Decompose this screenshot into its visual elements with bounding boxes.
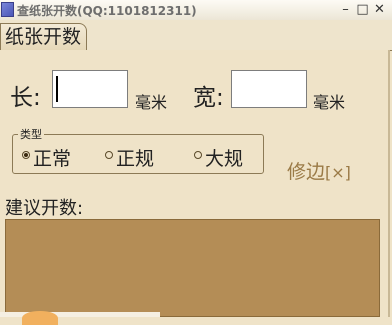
suggested-count-label: 建议开数: <box>5 198 84 219</box>
width-label: 宽: <box>193 85 224 111</box>
type-group-title: 类型 <box>18 126 44 142</box>
window-title: 查纸张开数(QQ:1101812311) <box>17 4 197 18</box>
width-input[interactable] <box>231 70 307 108</box>
taskbar-orb-icon <box>22 311 58 325</box>
text-caret <box>56 76 58 102</box>
radio-large-label: 大规 <box>205 148 244 170</box>
trim-edge-label: 修边 <box>287 161 326 183</box>
length-label: 长: <box>10 85 41 111</box>
radio-standard-indicator[interactable] <box>105 151 113 159</box>
length-unit: 毫米 <box>135 93 168 112</box>
app-icon <box>1 2 14 17</box>
radio-large-indicator[interactable] <box>194 151 202 159</box>
radio-normal-indicator[interactable] <box>22 151 30 159</box>
trim-edge-mark: [×] <box>325 163 351 182</box>
width-unit: 毫米 <box>313 93 346 112</box>
trim-edge-toggle[interactable]: 修边[×] <box>287 157 351 184</box>
suggested-count-output[interactable] <box>5 219 380 317</box>
title-bar[interactable]: 查纸张开数(QQ:1101812311) – □ ✕ <box>0 0 392 21</box>
close-button[interactable]: ✕ <box>372 1 387 18</box>
minimize-button[interactable]: – <box>338 1 353 18</box>
tab-paper-count[interactable]: 纸张开数 <box>0 23 87 50</box>
radio-normal-label: 正常 <box>33 148 72 170</box>
maximize-button[interactable]: □ <box>355 1 370 18</box>
radio-standard-label: 正规 <box>116 148 155 170</box>
length-input[interactable] <box>52 70 128 108</box>
